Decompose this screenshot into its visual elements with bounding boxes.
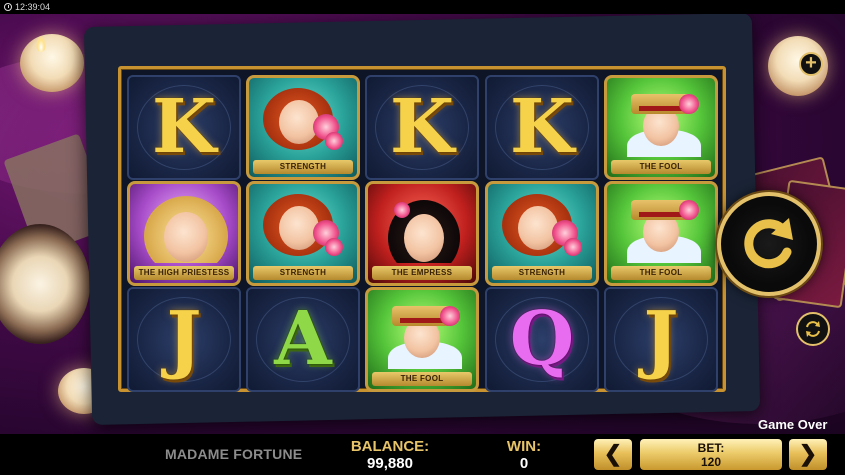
- tarot-artwork: [136, 190, 232, 263]
- win-value: 0: [519, 455, 529, 472]
- clock-icon: [4, 3, 12, 11]
- candle-decoration: [20, 34, 84, 92]
- tarot-artwork: [255, 84, 351, 157]
- reel-symbol-a: A: [246, 287, 360, 392]
- tarot-artwork: [374, 190, 470, 263]
- reel-symbol-strength: STRENGTH: [246, 75, 360, 180]
- spin-arrow-icon: [744, 218, 793, 269]
- flame-decoration: [36, 36, 46, 52]
- status-bar: 12:39:04: [0, 0, 845, 14]
- autoplay-icon: [806, 321, 820, 337]
- reel-symbol-j: J: [127, 287, 241, 392]
- reel-symbol-strength: STRENGTH: [485, 181, 599, 286]
- reel-symbol-strength: STRENGTH: [246, 181, 360, 286]
- tarot-label: THE FOOL: [372, 372, 472, 386]
- spin-button[interactable]: [717, 192, 821, 296]
- tarot-label: THE HIGH PRIESTESS: [134, 266, 234, 280]
- status-time: 12:39:04: [15, 2, 51, 12]
- tarot-label: STRENGTH: [253, 160, 353, 174]
- symbol-letter: J: [643, 296, 679, 382]
- tarot-artwork: [374, 296, 470, 369]
- symbol-letter: A: [274, 296, 332, 382]
- reel-symbol-k: K: [127, 75, 241, 180]
- symbol-letter: J: [166, 296, 202, 382]
- bet-decrease-button[interactable]: ❮: [594, 439, 632, 470]
- tarot-label: STRENGTH: [492, 266, 592, 280]
- reel-grid: K THE HIGH PRIESTESS J STRENGTH STRENGTH A K TH…: [118, 66, 726, 392]
- reel-symbol-the-fool: THE FOOL: [604, 75, 718, 180]
- bet-label: BET:: [697, 441, 725, 455]
- reel-symbol-q: Q: [485, 287, 599, 392]
- symbol-letter: Q: [509, 296, 575, 382]
- bet-increase-button[interactable]: ❯: [789, 439, 827, 470]
- tarot-artwork: [494, 190, 590, 263]
- game-title: MADAME FORTUNE: [165, 446, 303, 462]
- reel-symbol-the-empress: THE EMPRESS: [365, 181, 479, 286]
- win-label: WIN:: [506, 438, 542, 455]
- balance-label: BALANCE:: [350, 438, 430, 455]
- plus-button[interactable]: +: [799, 52, 823, 76]
- tarot-artwork: [613, 84, 709, 157]
- tarot-label: STRENGTH: [253, 266, 353, 280]
- tarot-label: THE FOOL: [611, 160, 711, 174]
- candle-bowl-decoration: [0, 224, 90, 344]
- reel-symbol-the-high-priestess: THE HIGH PRIESTESS: [127, 181, 241, 286]
- reel-symbol-j: J: [604, 287, 718, 392]
- tarot-artwork: [255, 190, 351, 263]
- symbol-letter: K: [389, 84, 455, 170]
- reel-symbol-k: K: [365, 75, 479, 180]
- autoplay-button[interactable]: [796, 312, 830, 346]
- tarot-label: THE FOOL: [611, 266, 711, 280]
- symbol-letter: K: [509, 84, 575, 170]
- reel-symbol-the-fool: THE FOOL: [365, 287, 479, 392]
- tarot-label: THE EMPRESS: [372, 266, 472, 280]
- bottom-bar: MADAME FORTUNE BALANCE: 99,880 WIN: 0 ❮ …: [0, 434, 845, 475]
- tarot-artwork: [613, 190, 709, 263]
- reel-symbol-the-fool: THE FOOL: [604, 181, 718, 286]
- bet-value: 120: [700, 455, 722, 469]
- game-status: Game Over: [758, 417, 828, 432]
- symbol-letter: K: [151, 84, 217, 170]
- reel-symbol-k: K: [485, 75, 599, 180]
- balance-value: 99,880: [367, 455, 413, 472]
- bet-display: BET: 120: [640, 439, 782, 470]
